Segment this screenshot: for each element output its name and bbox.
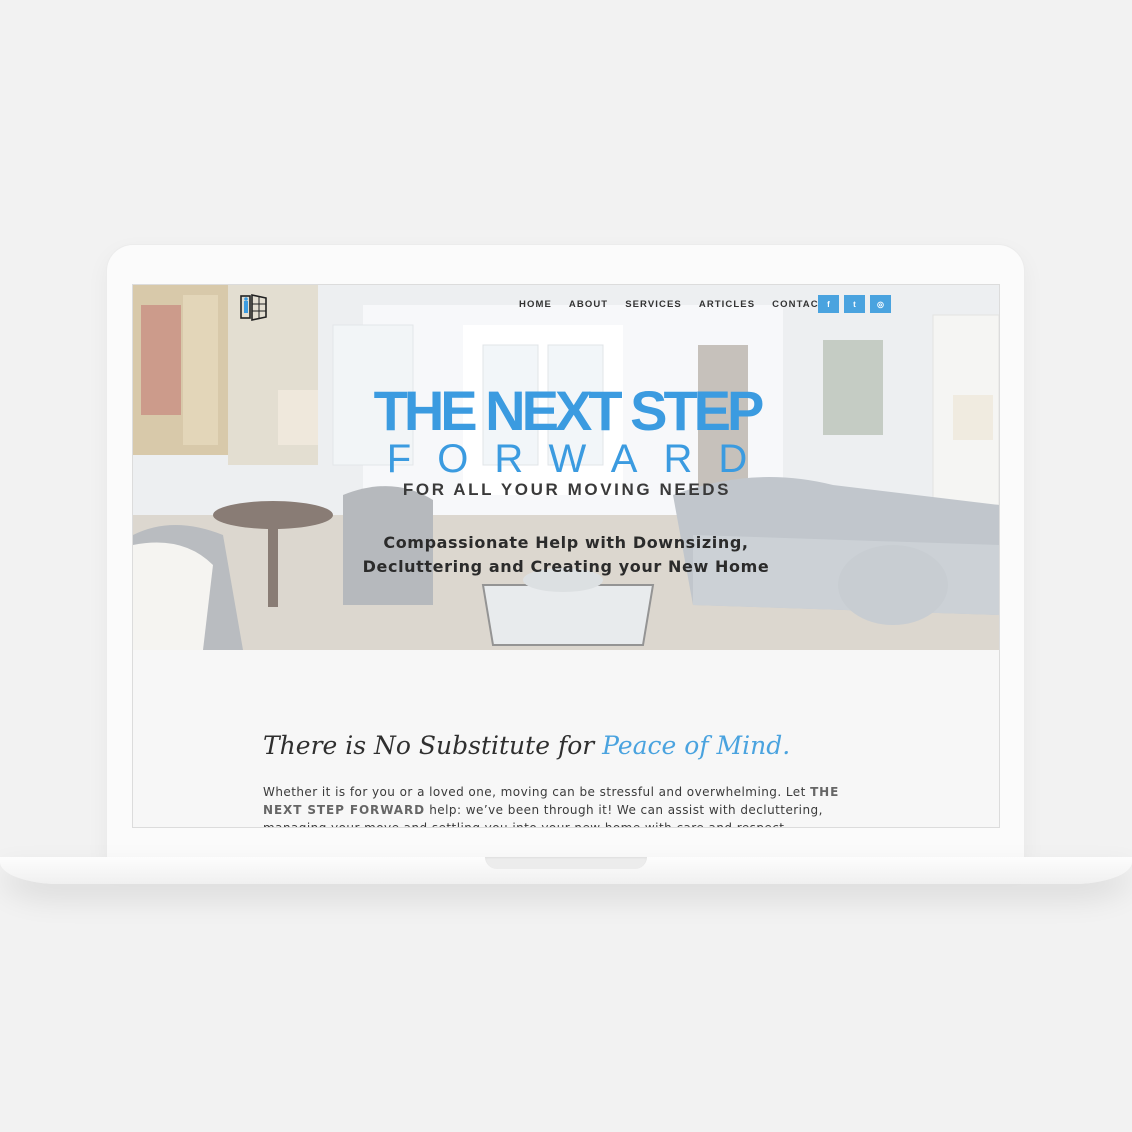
intro-text-part1: Whether it is for you or a loved one, mo… [263, 785, 811, 799]
hero-section: HOME ABOUT SERVICES ARTICLES CONTACT f t… [133, 285, 999, 650]
social-links: f t ◎ [818, 295, 891, 313]
nav-home[interactable]: HOME [519, 298, 552, 312]
intro-headline: There is No Substitute for Peace of Mind… [263, 729, 903, 763]
twitter-icon[interactable]: t [844, 295, 865, 313]
instagram-icon[interactable]: ◎ [870, 295, 891, 313]
brand-slogan: FOR ALL YOUR MOVING NEEDS [402, 480, 732, 499]
main-nav: HOME ABOUT SERVICES ARTICLES CONTACT [519, 298, 843, 312]
hero-tagline: Compassionate Help with Downsizing, Decl… [316, 531, 816, 579]
hero-tagline-line2: Decluttering and Creating your New Home [362, 557, 770, 576]
nav-articles[interactable]: ARTICLES [699, 298, 755, 312]
facebook-icon[interactable]: f [818, 295, 839, 313]
intro-paragraph: Whether it is for you or a loved one, mo… [263, 783, 868, 827]
laptop-notch [485, 857, 647, 869]
headline-accent: Peace of Mind. [602, 731, 791, 760]
brand-subtitle: FORWARD [386, 437, 774, 481]
nav-about[interactable]: ABOUT [569, 298, 608, 312]
website-screen: HOME ABOUT SERVICES ARTICLES CONTACT f t… [132, 284, 1000, 828]
intro-section: There is No Substitute for Peace of Mind… [133, 650, 999, 827]
site-logo-icon[interactable] [239, 293, 269, 321]
hero-tagline-line1: Compassionate Help with Downsizing, [383, 533, 749, 552]
headline-text: There is No Substitute for [263, 731, 603, 760]
nav-services[interactable]: SERVICES [625, 298, 682, 312]
brand-title: THE NEXT STEP [373, 379, 765, 442]
